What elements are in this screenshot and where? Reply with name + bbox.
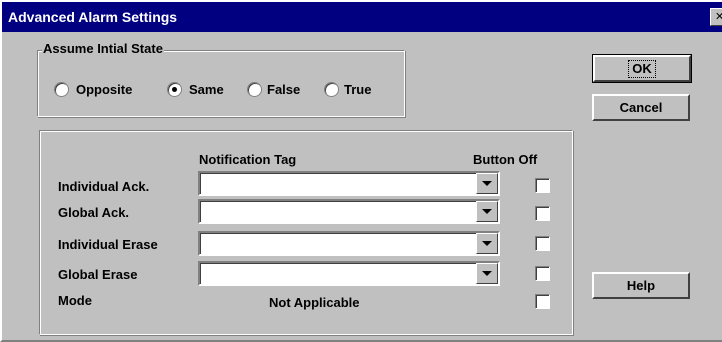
title-bar[interactable]: Advanced Alarm Settings ✕ xyxy=(2,2,722,32)
individual-erase-label: Individual Erase xyxy=(58,237,158,252)
chevron-down-icon xyxy=(482,271,492,276)
individual-erase-dropdown-button[interactable] xyxy=(476,233,498,254)
global-ack-dropdown-button[interactable] xyxy=(476,201,498,222)
cancel-button-label: Cancel xyxy=(619,100,663,115)
radio-same[interactable]: Same xyxy=(167,82,242,100)
radio-true[interactable]: True xyxy=(324,82,394,100)
initial-state-legend: Assume Intial State xyxy=(42,41,164,56)
help-button[interactable]: Help xyxy=(592,272,690,299)
window-title: Advanced Alarm Settings xyxy=(8,9,178,25)
ok-button[interactable]: OK xyxy=(592,54,692,83)
global-erase-label: Global Erase xyxy=(58,267,138,282)
advanced-alarm-settings-dialog: Advanced Alarm Settings ✕ Assume Intial … xyxy=(0,0,722,342)
radio-false[interactable]: False xyxy=(247,82,322,100)
global-erase-button-off-checkbox[interactable] xyxy=(535,266,550,281)
close-button[interactable]: ✕ xyxy=(710,8,722,26)
individual-ack-label: Individual Ack. xyxy=(58,179,150,194)
mode-value: Not Applicable xyxy=(269,295,360,310)
button-off-header: Button Off xyxy=(473,152,538,167)
close-icon: ✕ xyxy=(715,11,722,23)
global-ack-tag-combo[interactable] xyxy=(198,199,500,224)
radio-selected-dot xyxy=(172,87,177,92)
radio-true-circle[interactable] xyxy=(324,82,339,97)
radio-opposite-label: Opposite xyxy=(76,82,133,97)
individual-ack-dropdown-button[interactable] xyxy=(476,173,498,194)
cancel-button[interactable]: Cancel xyxy=(592,94,690,121)
radio-true-label: True xyxy=(344,82,372,97)
chevron-down-icon xyxy=(482,181,492,186)
individual-ack-tag-combo[interactable] xyxy=(198,171,500,196)
global-erase-dropdown-button[interactable] xyxy=(476,263,498,284)
radio-false-circle[interactable] xyxy=(247,82,262,97)
global-ack-button-off-checkbox[interactable] xyxy=(535,206,550,221)
individual-erase-tag-combo[interactable] xyxy=(198,231,500,256)
chevron-down-icon xyxy=(482,241,492,246)
chevron-down-icon xyxy=(482,209,492,214)
individual-erase-button-off-checkbox[interactable] xyxy=(535,236,550,251)
global-ack-label: Global Ack. xyxy=(58,205,130,220)
notification-tag-header: Notification Tag xyxy=(199,152,297,167)
ok-button-label: OK xyxy=(628,60,656,78)
radio-opposite[interactable]: Opposite xyxy=(54,82,154,100)
radio-same-circle[interactable] xyxy=(167,82,182,97)
mode-label: Mode xyxy=(58,293,92,308)
mode-button-off-checkbox[interactable] xyxy=(535,294,550,309)
help-button-label: Help xyxy=(626,278,656,293)
radio-same-label: Same xyxy=(189,82,224,97)
radio-opposite-circle[interactable] xyxy=(54,82,69,97)
radio-false-label: False xyxy=(267,82,301,97)
global-erase-tag-combo[interactable] xyxy=(198,261,500,286)
individual-ack-button-off-checkbox[interactable] xyxy=(535,178,550,193)
